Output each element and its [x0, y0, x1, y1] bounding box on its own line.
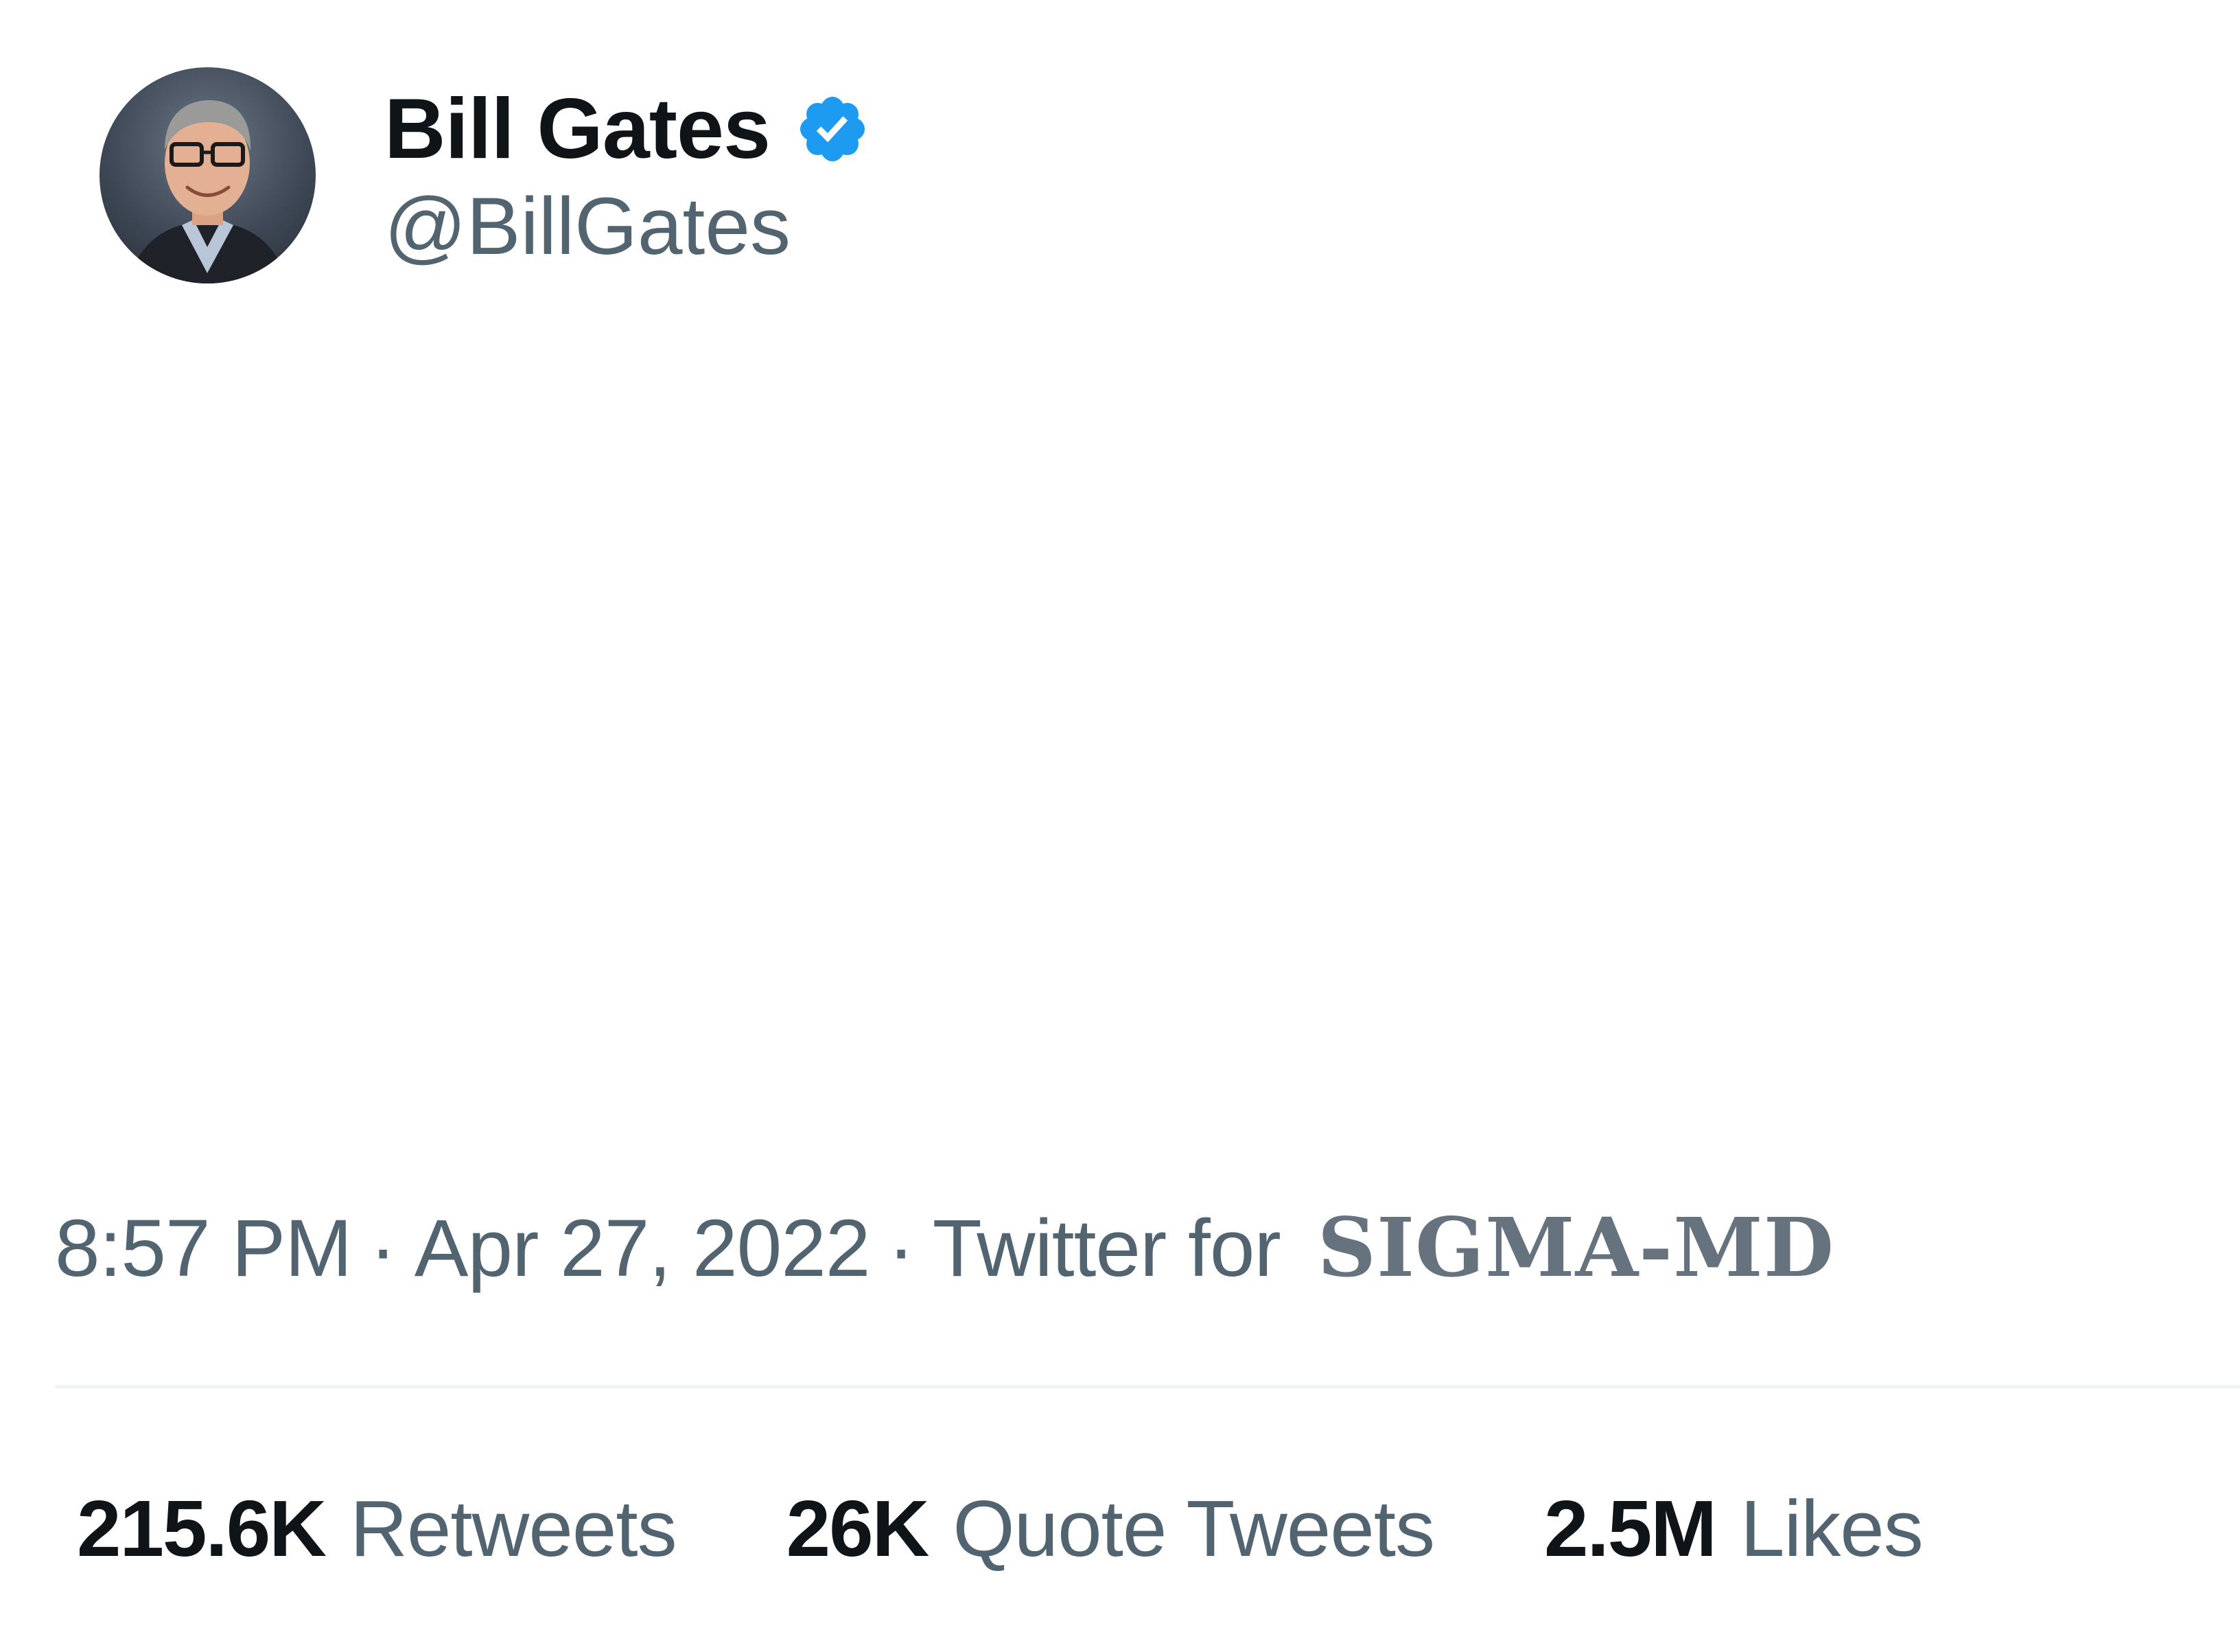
- tweet-card: Bill Gates @BillGates 8:57 PM · Apr 27, …: [0, 0, 2240, 1652]
- stat-quote-tweets[interactable]: 26K Quote Tweets: [786, 1482, 1435, 1574]
- tweet-date[interactable]: Apr 27, 2022: [415, 1202, 871, 1295]
- tweet-header: Bill Gates @BillGates: [100, 67, 870, 283]
- author-name-row: Bill Gates: [384, 81, 870, 177]
- stat-label: Quote Tweets: [953, 1484, 1435, 1573]
- author-avatar[interactable]: [100, 67, 316, 283]
- stat-label: Likes: [1740, 1484, 1924, 1573]
- avatar-portrait-icon: [127, 100, 288, 283]
- tweet-client-name[interactable]: SIGMA-MD: [1318, 1200, 1834, 1295]
- tweet-meta: 8:57 PM · Apr 27, 2022 · Twitter for SIG…: [55, 1200, 1834, 1295]
- author-handle[interactable]: @BillGates: [384, 182, 870, 272]
- author-info: Bill Gates @BillGates: [384, 81, 870, 272]
- tweet-client-prefix: Twitter for: [932, 1203, 1281, 1294]
- stat-value: 215.6K: [77, 1484, 327, 1573]
- tweet-time[interactable]: 8:57 PM: [55, 1202, 352, 1295]
- stat-value: 2.5M: [1544, 1484, 1717, 1573]
- stat-likes[interactable]: 2.5M Likes: [1544, 1482, 1924, 1574]
- meta-separator: ·: [887, 1203, 915, 1294]
- author-display-name[interactable]: Bill Gates: [384, 86, 771, 172]
- stat-label: Retweets: [350, 1484, 677, 1573]
- stat-retweets[interactable]: 215.6K Retweets: [77, 1482, 677, 1574]
- verified-badge-icon[interactable]: [795, 91, 870, 167]
- tweet-stats: 215.6K Retweets 26K Quote Tweets 2.5M Li…: [77, 1482, 2033, 1574]
- meta-separator: ·: [369, 1203, 397, 1294]
- stat-value: 26K: [786, 1484, 930, 1573]
- stats-divider: [55, 1385, 2240, 1388]
